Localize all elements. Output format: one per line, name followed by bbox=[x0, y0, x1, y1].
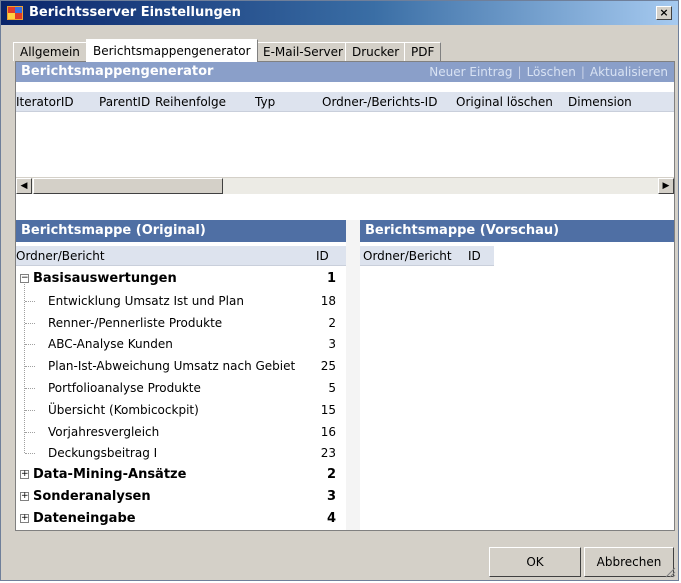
column-header[interactable]: ParentID bbox=[99, 95, 150, 109]
tree-report-row[interactable]: Übersicht (Kombicockpit) 15 bbox=[16, 399, 346, 421]
tab-berichtsmappengenerator[interactable]: Berichtsmappengenerator bbox=[86, 39, 258, 62]
tree-item-id: 16 bbox=[320, 424, 336, 439]
close-icon[interactable]: × bbox=[656, 6, 672, 20]
tree-item-label: ABC-Analyse Kunden bbox=[48, 337, 173, 352]
expand-icon[interactable]: + bbox=[20, 470, 29, 480]
preview-grid-header: Ordner/Bericht ID bbox=[360, 246, 494, 266]
generator-title: Berichtsmappengenerator bbox=[21, 64, 214, 79]
generator-actions: Neuer Eintrag | Löschen | Aktualisieren bbox=[429, 65, 668, 79]
tree-branch-line bbox=[25, 409, 35, 411]
tree-branch-line bbox=[25, 431, 35, 433]
tree-report-row[interactable]: Renner-/Pennerliste Produkte 2 bbox=[16, 312, 346, 334]
tree-item-label: Entwicklung Umsatz Ist und Plan bbox=[48, 293, 244, 308]
scroll-right-icon[interactable]: ▶ bbox=[658, 178, 674, 194]
tree-item-label: Renner-/Pennerliste Produkte bbox=[48, 315, 223, 330]
tree-report-row[interactable]: Vorjahresvergleich 16 bbox=[16, 421, 346, 443]
tree-item-label: Portfolioanalyse Produkte bbox=[48, 381, 201, 395]
expand-icon[interactable]: + bbox=[20, 492, 29, 501]
tree-branch-line bbox=[25, 322, 35, 324]
column-header-id[interactable]: ID bbox=[468, 249, 481, 263]
preview-header: Berichtsmappe (Vorschau) bbox=[360, 220, 674, 242]
generator-header: Berichtsmappengenerator Neuer Eintrag | Lö… bbox=[16, 62, 674, 82]
tree-folder-row[interactable]: + Data-Mining-Ansätze 2 bbox=[16, 464, 346, 486]
cancel-button[interactable]: Abbrechen bbox=[584, 547, 674, 577]
tree-guide-line bbox=[24, 283, 26, 454]
pane-divider bbox=[346, 220, 360, 530]
tree-item-label: Übersicht (Kombicockpit) bbox=[48, 402, 199, 417]
tree-item-id: 23 bbox=[320, 446, 336, 461]
column-header[interactable]: Typ bbox=[255, 95, 275, 109]
tab-panel: Berichtsmappengenerator Neuer Eintrag | Lö… bbox=[15, 61, 675, 531]
tree-item-id: 4 bbox=[326, 510, 336, 526]
tree-branch-line bbox=[25, 453, 35, 455]
scroll-left-icon[interactable]: ◀ bbox=[16, 178, 32, 194]
tree-folder-row[interactable]: + Dateneingabe 4 bbox=[16, 508, 346, 530]
tree-item-id: 18 bbox=[320, 293, 336, 308]
expand-icon[interactable]: + bbox=[20, 513, 29, 523]
delete-link[interactable]: Löschen bbox=[527, 65, 576, 79]
tree-branch-line bbox=[25, 388, 35, 389]
tree-report-row[interactable]: Portfolioanalyse Produkte 5 bbox=[16, 377, 346, 399]
tree-item-id: 5 bbox=[328, 381, 336, 395]
tree-item-label: Basisauswertungen bbox=[33, 271, 177, 286]
column-header[interactable]: Reihenfolge bbox=[155, 95, 226, 109]
original-grid-header: Ordner/Bericht ID bbox=[16, 246, 346, 266]
tree-item-label: Dateneingabe bbox=[33, 510, 136, 526]
title-bar[interactable]: Berichtsserver Einstellungen × bbox=[1, 1, 678, 25]
new-entry-link[interactable]: Neuer Eintrag bbox=[429, 65, 512, 79]
tab-email-server[interactable]: E-Mail-Server bbox=[256, 42, 350, 61]
resize-grip-icon[interactable] bbox=[664, 566, 676, 578]
tree-folder-row[interactable]: + Sonderanalysen 3 bbox=[16, 486, 346, 508]
tree-item-label: Sonderanalysen bbox=[33, 489, 151, 504]
tree-item-id: 1 bbox=[326, 271, 336, 286]
column-header[interactable]: Original löschen bbox=[456, 95, 553, 109]
tree-item-id: 3 bbox=[328, 337, 336, 352]
column-header[interactable]: IteratorID bbox=[16, 95, 74, 109]
column-header[interactable]: Dimension bbox=[568, 95, 632, 109]
collapse-icon[interactable]: − bbox=[20, 274, 29, 283]
tree-report-row[interactable]: Deckungsbeitrag I 23 bbox=[16, 442, 346, 464]
scroll-thumb[interactable] bbox=[33, 178, 223, 194]
tree-item-label: Deckungsbeitrag I bbox=[48, 446, 158, 461]
tree-item-label: Data-Mining-Ansätze bbox=[33, 467, 187, 483]
tree-branch-line bbox=[25, 300, 35, 302]
tree-item-label: Plan-Ist-Abweichung Umsatz nach Gebiet bbox=[48, 359, 296, 374]
tree-folder-row[interactable]: − Basisauswertungen 1 bbox=[16, 268, 346, 290]
tree-item-label: Vorjahresvergleich bbox=[48, 424, 160, 439]
generator-grid-header: IteratorID ParentID Reihenfolge Typ Ordn… bbox=[16, 92, 674, 112]
tab-pdf[interactable]: PDF bbox=[404, 42, 442, 61]
tree-branch-line bbox=[25, 366, 35, 368]
refresh-link[interactable]: Aktualisieren bbox=[590, 65, 668, 79]
settings-window: Berichtsserver Einstellungen × Allgemein… bbox=[0, 0, 679, 581]
generator-hscrollbar[interactable]: ◀ ▶ bbox=[16, 177, 674, 194]
original-tree: − Basisauswertungen 1 Entwicklung Umsatz Is… bbox=[16, 268, 346, 530]
app-icon bbox=[7, 6, 23, 20]
column-header[interactable]: Ordner-/Berichts-ID bbox=[322, 95, 437, 109]
tree-item-id: 3 bbox=[326, 489, 336, 504]
tree-report-row[interactable]: Plan-Ist-Abweichung Umsatz nach Gebiet 25 bbox=[16, 355, 346, 377]
tree-item-id: 2 bbox=[326, 467, 336, 483]
tree-item-id: 15 bbox=[320, 402, 336, 417]
window-title: Berichtsserver Einstellungen bbox=[29, 5, 241, 20]
column-header-name[interactable]: Ordner/Bericht bbox=[16, 249, 105, 263]
column-header-id[interactable]: ID bbox=[316, 249, 329, 263]
tree-item-id: 25 bbox=[320, 359, 336, 374]
tab-drucker[interactable]: Drucker bbox=[345, 42, 407, 61]
tree-branch-line bbox=[25, 344, 35, 346]
column-header-name[interactable]: Ordner/Bericht bbox=[363, 249, 452, 263]
tree-report-row[interactable]: Entwicklung Umsatz Ist und Plan 18 bbox=[16, 290, 346, 312]
tree-item-id: 2 bbox=[328, 315, 336, 330]
tree-report-row[interactable]: ABC-Analyse Kunden 3 bbox=[16, 333, 346, 355]
original-header: Berichtsmappe (Original) bbox=[16, 220, 346, 242]
ok-button[interactable]: OK bbox=[489, 547, 581, 577]
tab-allgemein[interactable]: Allgemein bbox=[13, 42, 87, 61]
